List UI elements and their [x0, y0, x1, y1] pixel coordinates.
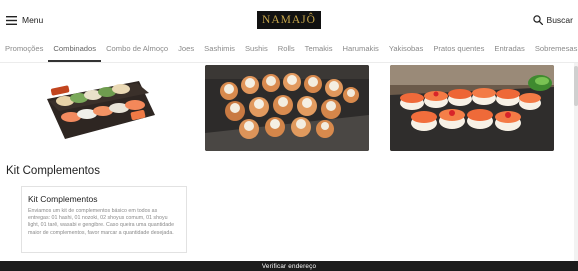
card-title: Kit Complementos	[28, 194, 98, 204]
tab-promocoes[interactable]: Promoções	[0, 40, 48, 62]
header: Menu NAMAJÔ Buscar	[0, 0, 578, 40]
tab-temakis[interactable]: Temakis	[300, 40, 338, 62]
tab-entradas[interactable]: Entradas	[489, 40, 529, 62]
verify-address-label: Verificar endereço	[261, 262, 317, 270]
tab-joes[interactable]: Joes	[173, 40, 199, 62]
tab-yakisobas[interactable]: Yakisobas	[384, 40, 428, 62]
card-description: Enviamos um kit de complementos básico e…	[28, 208, 175, 236]
product-image-salmon-sushi[interactable]	[390, 65, 554, 151]
tab-combo-de-almoco[interactable]: Combo de Almoço	[101, 40, 173, 62]
section-title: Kit Complementos	[6, 165, 100, 177]
tab-harumakis[interactable]: Harumakis	[338, 40, 384, 62]
tab-sobremesas[interactable]: Sobremesas	[530, 40, 578, 62]
logo[interactable]: NAMAJÔ	[257, 11, 321, 29]
menu-label: Menu	[22, 15, 44, 25]
logo-text: NAMAJÔ	[262, 14, 316, 26]
search-label: Buscar	[546, 15, 573, 25]
tab-pratos-quentes[interactable]: Pratos quentes	[428, 40, 489, 62]
product-image-rolls[interactable]	[205, 65, 369, 151]
tab-sushis[interactable]: Sushis	[240, 40, 273, 62]
scrollbar-thumb[interactable]	[574, 66, 578, 106]
tab-combinados[interactable]: Combinados	[48, 40, 102, 62]
verify-address-button[interactable]: Verificar endereço	[0, 261, 578, 271]
product-image-platter[interactable]	[21, 65, 185, 151]
tab-sashimis[interactable]: Sashimis	[199, 40, 240, 62]
search-button[interactable]: Buscar	[532, 12, 573, 28]
hamburger-icon	[6, 15, 17, 25]
kit-complementos-card[interactable]: Kit Complementos Enviamos um kit de comp…	[21, 186, 187, 253]
category-tabs: Promoções Combinados Combo de Almoço Joe…	[0, 40, 578, 63]
tab-rolls[interactable]: Rolls	[273, 40, 300, 62]
search-icon	[532, 15, 543, 25]
menu-button[interactable]: Menu	[6, 12, 43, 28]
